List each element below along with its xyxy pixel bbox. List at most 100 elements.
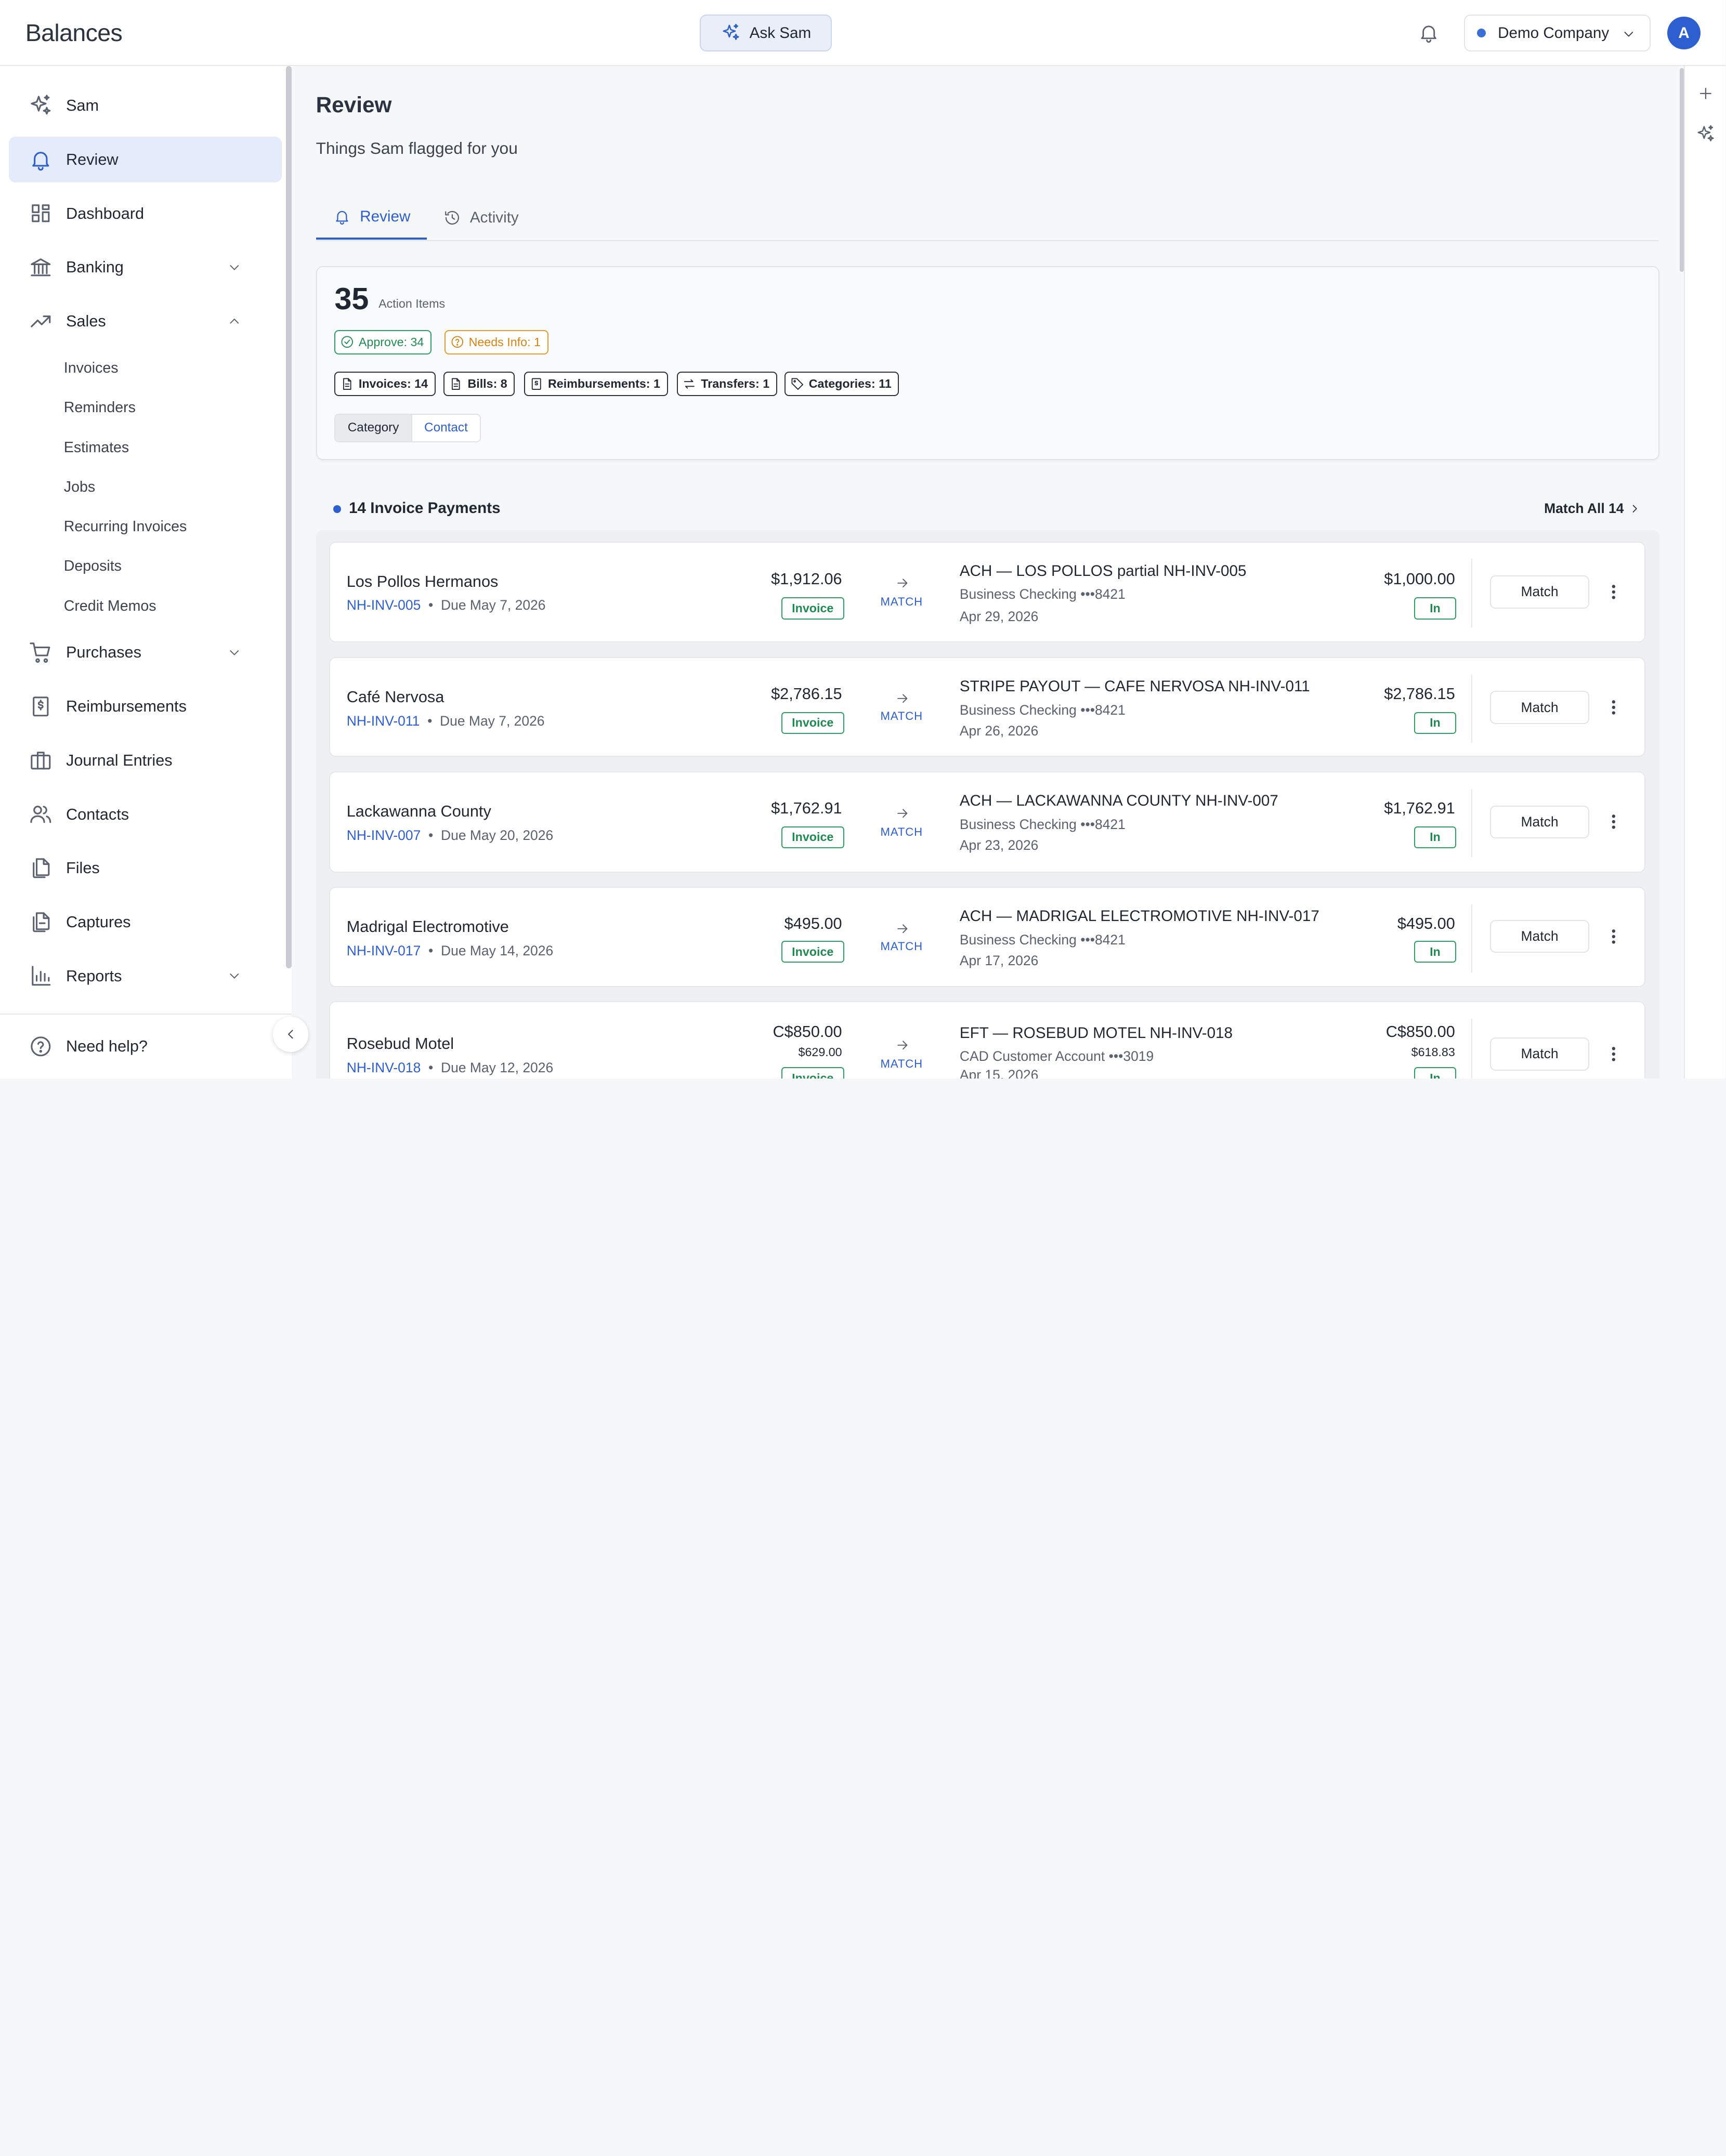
bank-account: CAD Customer Account •••3019: [959, 1048, 1154, 1064]
sidebar-item-dashboard[interactable]: Dashboard: [9, 190, 282, 236]
invoice-number-link[interactable]: NH-INV-011: [347, 713, 420, 729]
match-button[interactable]: Match: [1490, 919, 1589, 953]
invoice-amount: $1,762.91: [771, 798, 842, 817]
user-avatar[interactable]: A: [1667, 16, 1701, 50]
sidebar-item-reimbursements[interactable]: Reimbursements: [9, 683, 282, 730]
group-by-contact-option[interactable]: Contact: [412, 415, 480, 441]
sidebar-scrollbar[interactable]: [286, 66, 292, 968]
right-rail: [1684, 66, 1726, 1079]
invoice-number-link[interactable]: NH-INV-018: [347, 1060, 421, 1075]
group-by-category-option[interactable]: Category: [335, 414, 412, 441]
direction-badge: In: [1414, 826, 1456, 849]
history-icon: [445, 211, 460, 225]
chevron-down-icon[interactable]: [227, 260, 242, 275]
plus-icon[interactable]: [1697, 85, 1715, 102]
need-help-link[interactable]: Need help?: [29, 1034, 148, 1059]
match-button[interactable]: Match: [1490, 691, 1589, 724]
sidebar-subitem-reminders[interactable]: Reminders: [64, 399, 136, 416]
company-selector[interactable]: Demo Company: [1463, 14, 1651, 52]
contact-name: Los Pollos Hermanos: [346, 572, 499, 590]
match-button[interactable]: Match: [1490, 1037, 1589, 1071]
sidebar-subitem-credit-memos[interactable]: Credit Memos: [64, 598, 156, 615]
bills-filter-chip[interactable]: Bills: 8: [443, 372, 515, 396]
tab-review[interactable]: Review: [316, 196, 427, 240]
sidebar-item-review[interactable]: Review: [8, 136, 282, 183]
trending-up-icon: [31, 315, 51, 327]
review-tabs: Review Activity: [316, 196, 1659, 241]
section-indicator-dot: [333, 505, 342, 513]
invoice-number-link[interactable]: NH-INV-017: [347, 943, 421, 958]
match-indicator-link[interactable]: MATCH: [880, 709, 923, 723]
match-indicator-link[interactable]: MATCH: [880, 825, 923, 839]
due-date: Due May 12, 2026: [441, 1059, 554, 1075]
match-indicator-link[interactable]: MATCH: [880, 1057, 923, 1071]
chevron-down-icon[interactable]: [227, 645, 242, 661]
match-button[interactable]: Match: [1490, 575, 1589, 609]
sidebar-subitem-recurring-invoices[interactable]: Recurring Invoices: [64, 518, 187, 535]
invoice-payment-row: Lackawanna County NH-INV-007 • Due May 2…: [329, 771, 1645, 873]
sidebar-item-contacts[interactable]: Contacts: [9, 791, 282, 837]
sidebar-subitem-estimates[interactable]: Estimates: [64, 439, 129, 456]
transaction-amount: C$850.00: [1385, 1022, 1455, 1041]
need-help-label: Need help?: [66, 1037, 148, 1056]
match-indicator-link[interactable]: MATCH: [880, 940, 923, 953]
contact-name: Café Nervosa: [346, 688, 444, 706]
sidebar-subitem-invoices[interactable]: Invoices: [64, 360, 119, 377]
action-items-summary: 35 Action Items Approve: 34 Needs Info: …: [316, 266, 1660, 460]
more-options-icon[interactable]: [1606, 699, 1622, 716]
transaction-amount: $1,000.00: [1384, 570, 1455, 588]
ask-sam-button[interactable]: Ask Sam: [700, 14, 832, 52]
bank-icon: [31, 258, 51, 277]
tab-label: Activity: [469, 209, 519, 227]
row-divider: [1471, 904, 1473, 973]
sidebar-subitem-jobs[interactable]: Jobs: [64, 479, 95, 496]
transaction-description: STRIPE PAYOUT — CAFE NERVOSA NH-INV-011: [959, 677, 1310, 695]
sidebar-item-label: Dashboard: [66, 204, 145, 222]
sidebar-item-files[interactable]: Files: [9, 845, 282, 891]
app-logo[interactable]: Balances: [25, 19, 123, 47]
notifications-bell-icon[interactable]: [1418, 22, 1440, 44]
chip-label: Needs Info: 1: [468, 335, 541, 349]
sam-panel-sparkle-icon[interactable]: [1696, 124, 1716, 144]
chevron-down-icon[interactable]: [227, 968, 242, 984]
receipt-icon: [531, 378, 541, 390]
invoice-number-link[interactable]: NH-INV-005: [347, 597, 421, 613]
top-bar: Balances Ask Sam Demo Company A: [0, 0, 1726, 67]
invoices-filter-chip[interactable]: Invoices: 14: [334, 372, 436, 396]
sidebar-item-banking[interactable]: Banking: [9, 244, 282, 291]
direction-badge: In: [1414, 940, 1456, 963]
more-options-icon[interactable]: [1606, 813, 1622, 831]
main-scrollbar[interactable]: [1679, 68, 1684, 272]
group-by-toggle: Category Contact: [334, 413, 481, 442]
more-options-icon[interactable]: [1606, 928, 1622, 945]
transfers-filter-chip[interactable]: Transfers: 1: [676, 372, 777, 396]
needs-info-filter-chip[interactable]: Needs Info: 1: [444, 330, 548, 354]
match-indicator-link[interactable]: MATCH: [880, 595, 923, 609]
categories-filter-chip[interactable]: Categories: 11: [784, 372, 899, 396]
tab-activity[interactable]: Activity: [443, 196, 519, 240]
sidebar-item-sales[interactable]: Sales: [9, 298, 282, 345]
match-button[interactable]: Match: [1490, 805, 1589, 839]
page-title: Review: [316, 92, 392, 117]
sidebar-item-captures[interactable]: Captures: [9, 899, 282, 945]
sidebar-item-journal-entries[interactable]: Journal Entries: [9, 737, 282, 783]
sidebar-item-reports[interactable]: Reports: [9, 953, 282, 999]
collapse-sidebar-button[interactable]: [273, 1017, 308, 1052]
transaction-amount-converted: $618.83: [1411, 1045, 1455, 1059]
transaction-amount: $1,762.91: [1384, 798, 1455, 817]
match-all-button[interactable]: Match All 14: [1544, 501, 1641, 517]
more-options-icon[interactable]: [1606, 583, 1622, 601]
sidebar-item-purchases[interactable]: Purchases: [9, 629, 282, 676]
invoice-number-link[interactable]: NH-INV-007: [347, 827, 421, 843]
approve-filter-chip[interactable]: Approve: 34: [334, 330, 432, 354]
chevron-up-icon[interactable]: [227, 313, 242, 329]
reimbursements-filter-chip[interactable]: Reimbursements: 1: [524, 372, 668, 396]
arrow-right-icon: [897, 1041, 908, 1050]
doc-type-badge: Invoice: [781, 826, 844, 849]
transaction-amount: $2,786.15: [1384, 684, 1455, 703]
sidebar-item-sam[interactable]: Sam: [9, 83, 282, 129]
more-options-icon[interactable]: [1606, 1045, 1622, 1063]
arrow-right-icon: [897, 579, 908, 588]
sidebar-subitem-deposits[interactable]: Deposits: [64, 558, 122, 575]
invoice-payment-row: Madrigal Electromotive NH-INV-017 • Due …: [329, 887, 1645, 987]
